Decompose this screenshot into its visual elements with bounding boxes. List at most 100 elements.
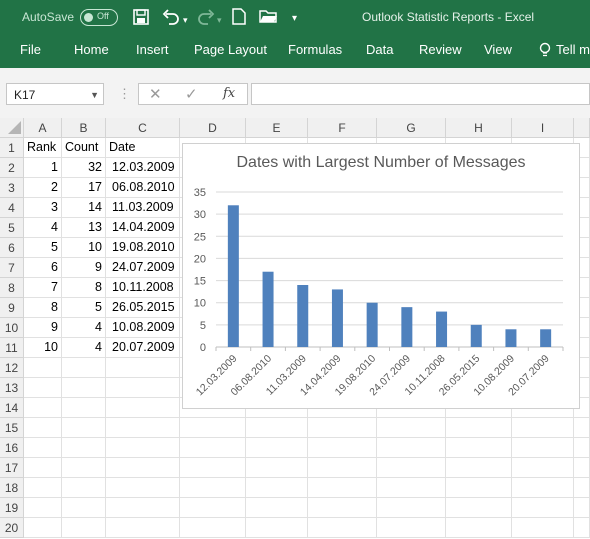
column-header[interactable]: E — [246, 118, 308, 138]
table-cell[interactable]: 4 — [62, 338, 106, 358]
column-header[interactable]: G — [377, 118, 446, 138]
tab-insert[interactable]: Insert — [136, 42, 169, 57]
customize-toolbar-icon[interactable]: ▾ — [292, 11, 297, 27]
table-cell[interactable] — [106, 458, 180, 478]
table-cell[interactable]: 06.08.2010 — [106, 178, 180, 198]
table-cell[interactable]: 14.04.2009 — [106, 218, 180, 238]
table-cell[interactable] — [24, 478, 62, 498]
table-cell[interactable]: 19.08.2010 — [106, 238, 180, 258]
row-header[interactable]: 10 — [0, 318, 24, 338]
table-cell[interactable] — [180, 518, 246, 538]
tab-home[interactable]: Home — [74, 42, 109, 57]
table-cell[interactable] — [180, 498, 246, 518]
cancel-icon[interactable]: ✕ — [149, 85, 162, 103]
table-cell[interactable]: 10.11.2008 — [106, 278, 180, 298]
table-cell[interactable]: 9 — [62, 258, 106, 278]
table-cell[interactable] — [246, 458, 308, 478]
table-cell[interactable] — [24, 378, 62, 398]
table-cell[interactable] — [180, 418, 246, 438]
table-cell[interactable] — [446, 498, 512, 518]
table-cell[interactable] — [377, 418, 446, 438]
save-icon[interactable] — [133, 9, 149, 25]
open-folder-icon[interactable] — [259, 9, 278, 24]
table-cell[interactable]: 5 — [62, 298, 106, 318]
table-cell[interactable] — [62, 458, 106, 478]
redo-icon[interactable] — [197, 8, 215, 26]
table-cell[interactable] — [512, 518, 574, 538]
table-cell[interactable] — [377, 498, 446, 518]
table-cell[interactable] — [246, 518, 308, 538]
autosave-toggle[interactable]: Off — [80, 9, 118, 26]
table-cell[interactable] — [24, 458, 62, 478]
table-cell[interactable]: Count — [62, 138, 106, 158]
row-header[interactable]: 12 — [0, 358, 24, 378]
table-cell[interactable] — [24, 498, 62, 518]
table-cell[interactable]: 4 — [24, 218, 62, 238]
table-cell[interactable]: 10 — [62, 238, 106, 258]
table-cell[interactable] — [62, 418, 106, 438]
row-header[interactable]: 18 — [0, 478, 24, 498]
table-cell[interactable]: 1 — [24, 158, 62, 178]
column-header[interactable]: B — [62, 118, 106, 138]
row-header[interactable]: 6 — [0, 238, 24, 258]
table-cell[interactable] — [62, 398, 106, 418]
row-header[interactable]: 13 — [0, 378, 24, 398]
row-header[interactable]: 4 — [0, 198, 24, 218]
table-cell[interactable]: 10.08.2009 — [106, 318, 180, 338]
table-cell[interactable] — [446, 458, 512, 478]
table-cell[interactable] — [308, 458, 377, 478]
table-cell[interactable] — [24, 398, 62, 418]
undo-dropdown-icon[interactable]: ▾ — [183, 12, 188, 28]
name-box[interactable]: K17 ▼ — [6, 83, 104, 105]
table-cell[interactable] — [308, 418, 377, 438]
table-cell[interactable]: 11.03.2009 — [106, 198, 180, 218]
table-cell[interactable]: 5 — [24, 238, 62, 258]
table-cell[interactable] — [308, 438, 377, 458]
table-cell[interactable] — [180, 478, 246, 498]
column-header[interactable]: I — [512, 118, 574, 138]
table-cell[interactable] — [62, 518, 106, 538]
table-cell[interactable]: 10 — [24, 338, 62, 358]
undo-icon[interactable] — [162, 8, 180, 26]
table-cell[interactable] — [512, 438, 574, 458]
table-cell[interactable] — [377, 458, 446, 478]
tab-view[interactable]: View — [484, 42, 512, 57]
column-header[interactable]: C — [106, 118, 180, 138]
table-cell[interactable]: 6 — [24, 258, 62, 278]
row-header[interactable]: 17 — [0, 458, 24, 478]
column-header[interactable]: D — [180, 118, 246, 138]
table-cell[interactable] — [574, 458, 590, 478]
table-cell[interactable] — [574, 478, 590, 498]
chevron-down-icon[interactable]: ▼ — [90, 84, 99, 106]
table-cell[interactable] — [24, 358, 62, 378]
row-header[interactable]: 19 — [0, 498, 24, 518]
row-header[interactable]: 1 — [0, 138, 24, 158]
table-cell[interactable] — [512, 458, 574, 478]
table-cell[interactable]: 8 — [24, 298, 62, 318]
table-cell[interactable] — [308, 518, 377, 538]
table-cell[interactable] — [62, 498, 106, 518]
table-cell[interactable]: 14 — [62, 198, 106, 218]
enter-icon[interactable]: ✓ — [185, 85, 198, 103]
tab-tell-me[interactable]: Tell me — [556, 42, 590, 57]
table-cell[interactable] — [308, 478, 377, 498]
insert-function-icon[interactable]: fx — [223, 86, 235, 101]
table-cell[interactable] — [512, 498, 574, 518]
table-cell[interactable]: 24.07.2009 — [106, 258, 180, 278]
table-cell[interactable] — [106, 478, 180, 498]
table-cell[interactable] — [574, 498, 590, 518]
table-cell[interactable] — [106, 358, 180, 378]
table-cell[interactable] — [106, 498, 180, 518]
row-header[interactable]: 8 — [0, 278, 24, 298]
tab-review[interactable]: Review — [419, 42, 462, 57]
table-cell[interactable] — [106, 398, 180, 418]
lightbulb-icon[interactable] — [539, 42, 551, 58]
table-cell[interactable] — [180, 458, 246, 478]
table-cell[interactable] — [62, 438, 106, 458]
table-cell[interactable]: 12.03.2009 — [106, 158, 180, 178]
table-cell[interactable] — [246, 418, 308, 438]
table-cell[interactable] — [308, 498, 377, 518]
row-header[interactable]: 9 — [0, 298, 24, 318]
table-cell[interactable] — [446, 518, 512, 538]
tab-file[interactable]: File — [20, 42, 41, 57]
